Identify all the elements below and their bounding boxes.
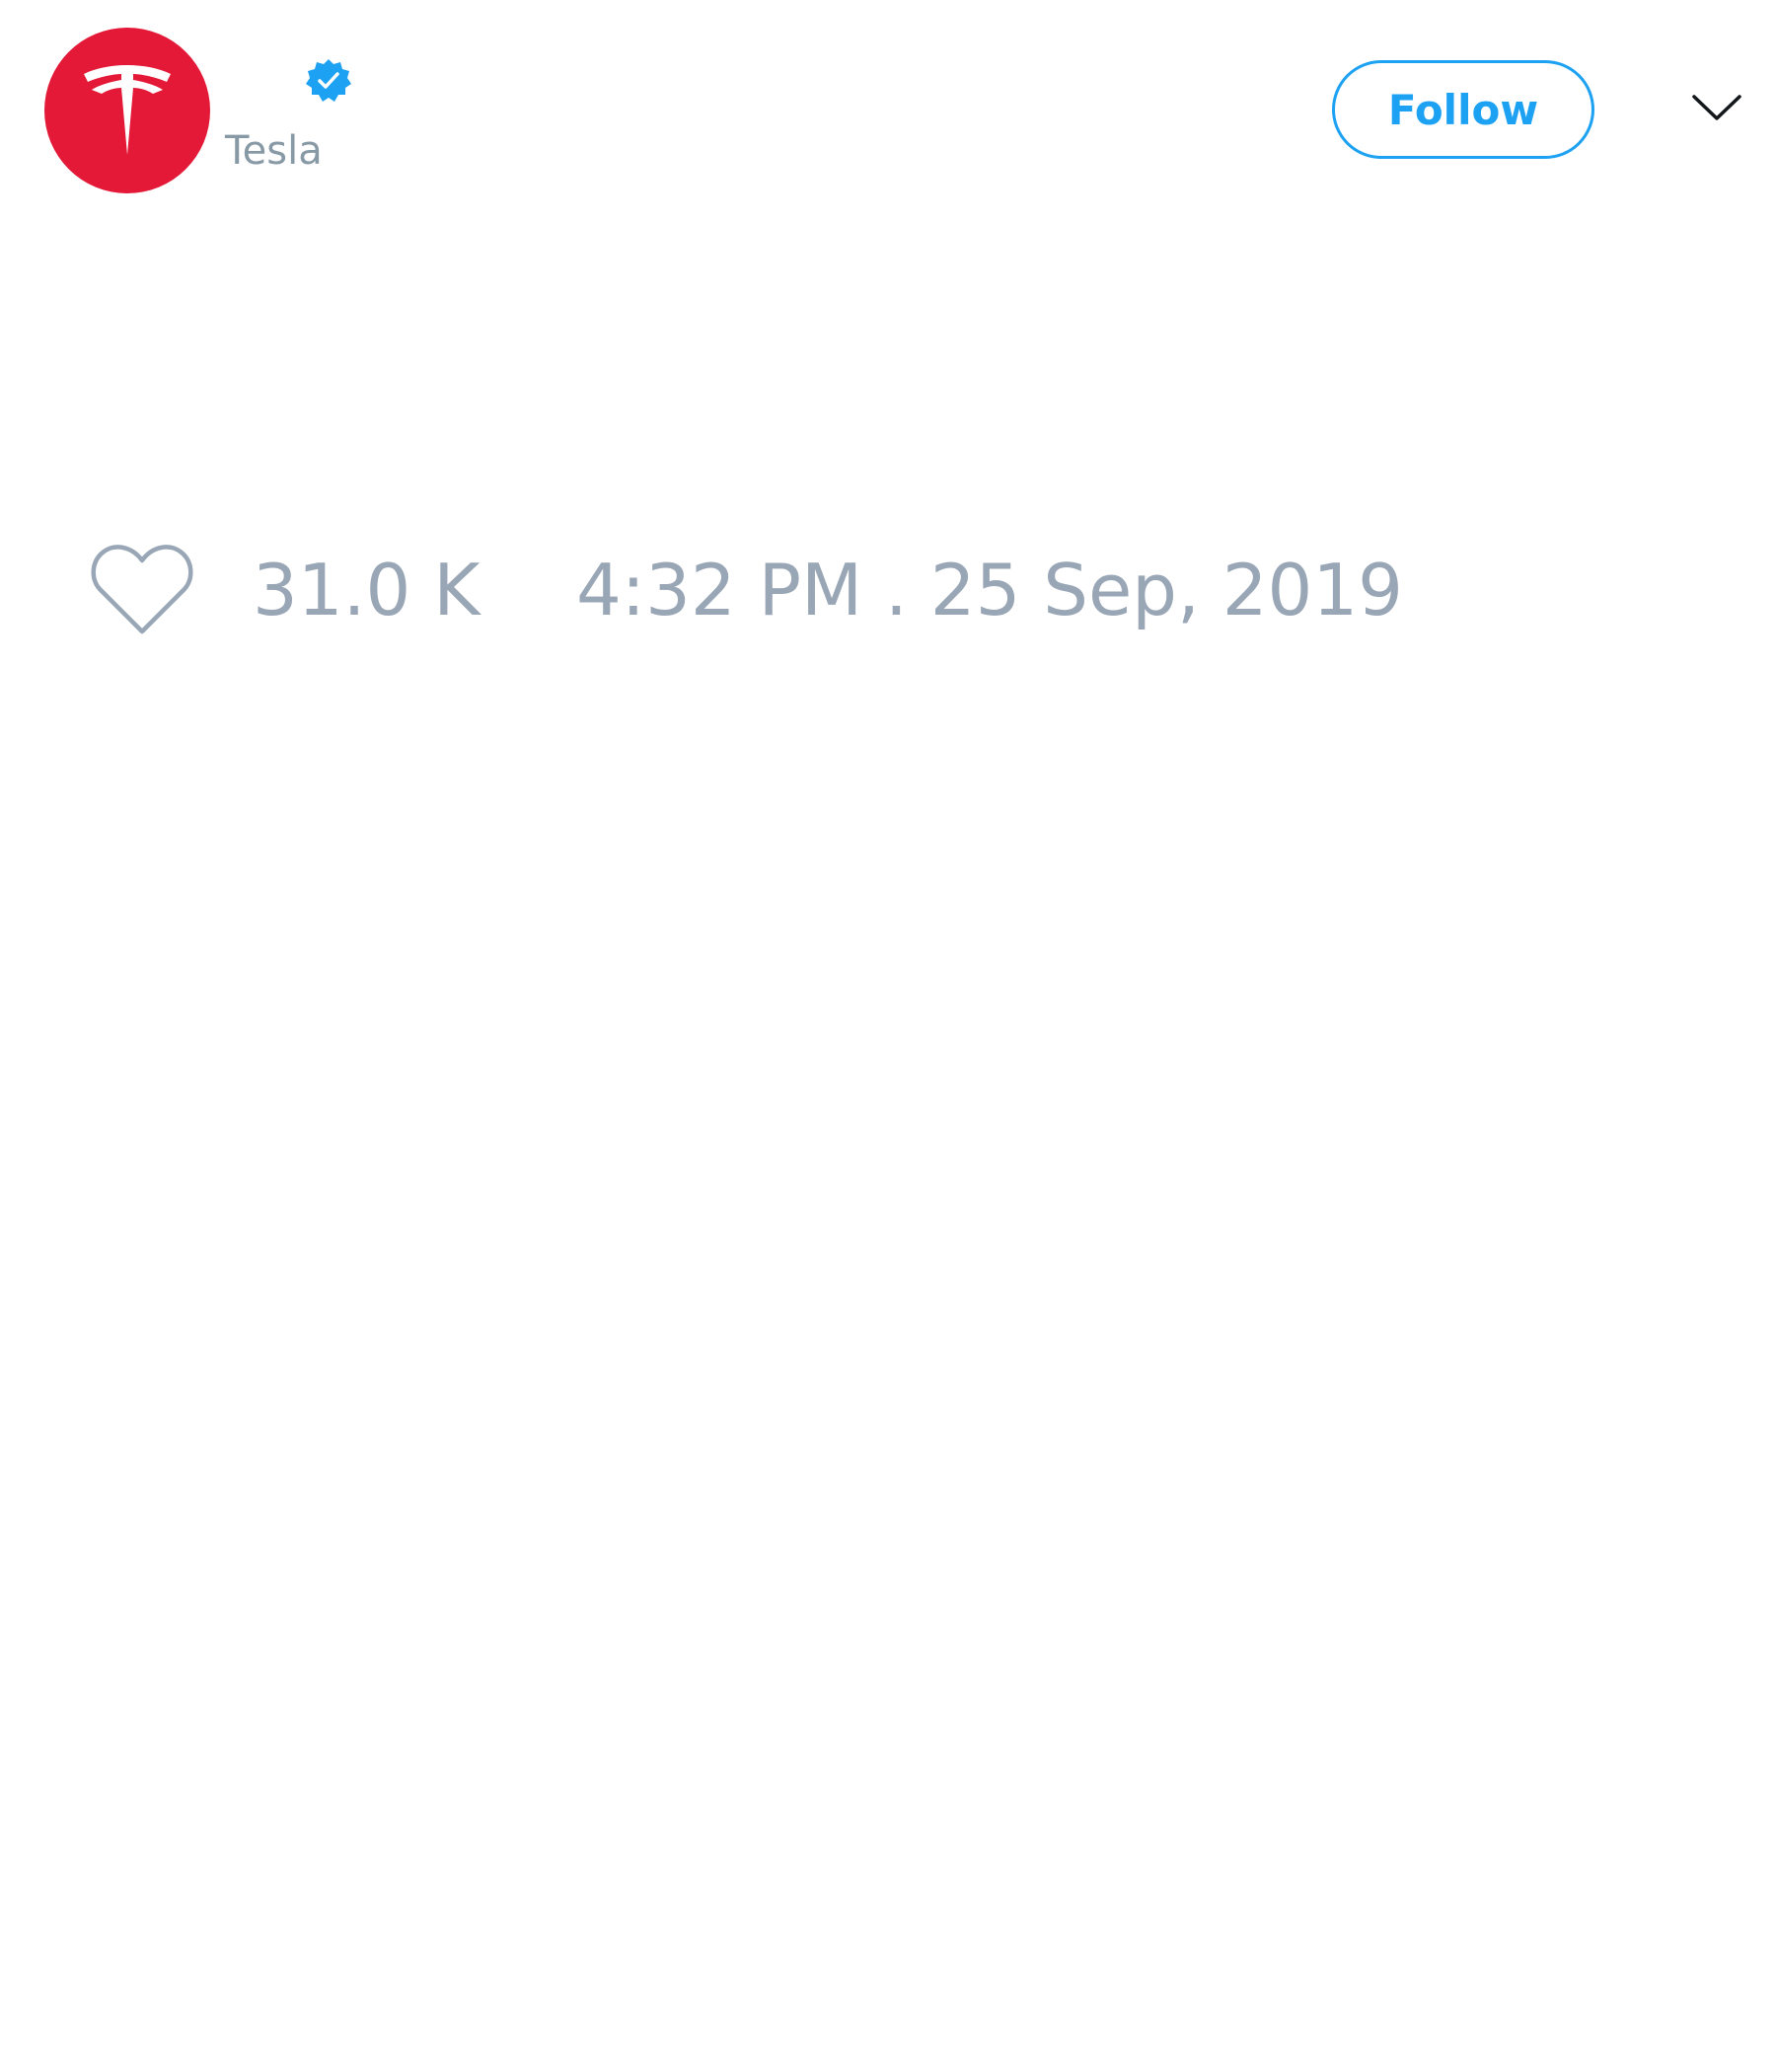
heart-icon[interactable]	[89, 543, 195, 637]
tesla-logo	[84, 65, 171, 155]
follow-button[interactable]: Follow	[1332, 60, 1594, 159]
chevron-down-icon[interactable]	[1690, 91, 1743, 124]
verified-badge-icon	[306, 59, 351, 102]
like-count: 31.0 K	[253, 549, 481, 631]
tweet-timestamp[interactable]: 4:32 PM . 25 Sep, 2019	[576, 546, 1403, 634]
user-handle[interactable]: Tesla	[225, 126, 323, 176]
avatar[interactable]	[44, 28, 210, 193]
